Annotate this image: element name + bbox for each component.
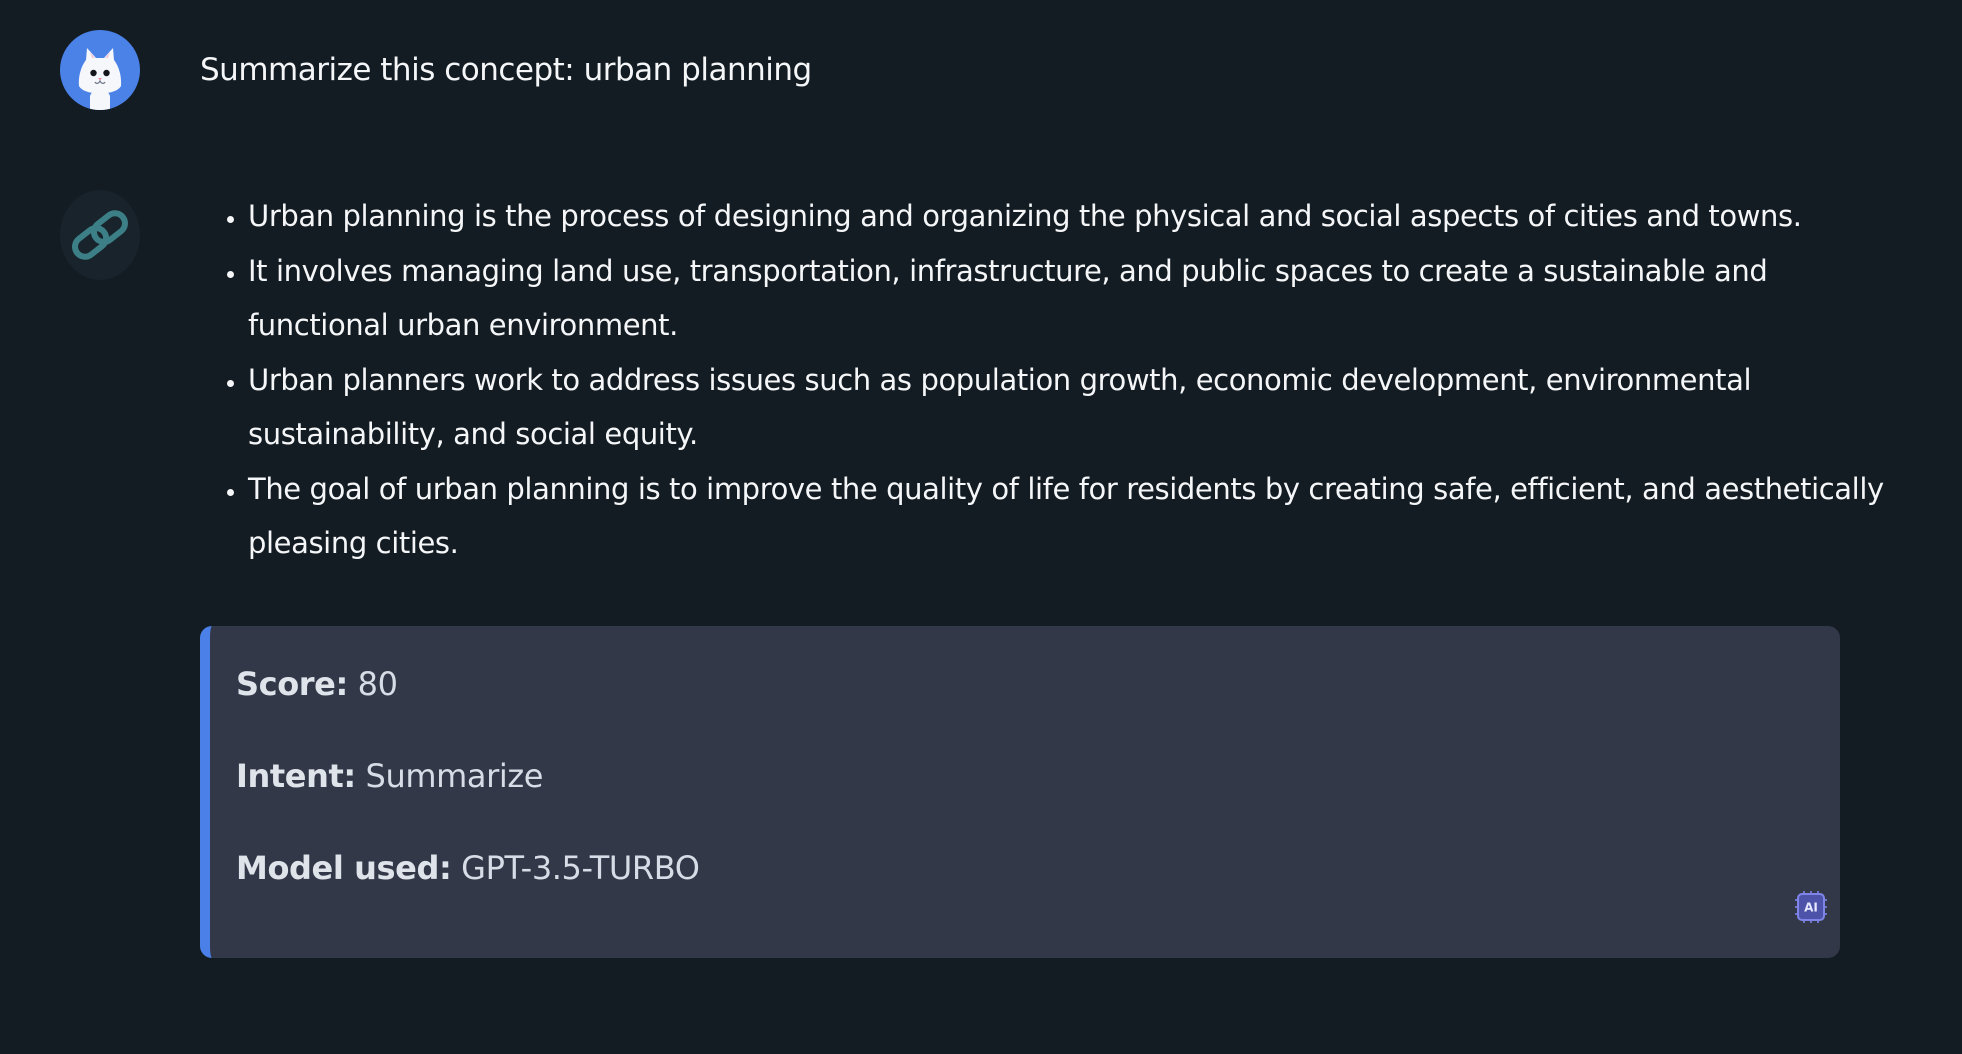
link-icon xyxy=(72,210,128,260)
metadata-card: Score: 80 Intent: Summarize Model used: … xyxy=(200,626,1840,958)
assistant-avatar xyxy=(60,190,140,280)
response-point: Urban planning is the process of designi… xyxy=(248,189,1888,244)
model-value: GPT-3.5-TURBO xyxy=(461,849,700,887)
score-label: Score: xyxy=(236,665,348,703)
intent-row: Intent: Summarize xyxy=(236,756,543,796)
score-row: Score: 80 xyxy=(236,664,398,704)
cat-avatar-icon xyxy=(78,48,122,110)
intent-value: Summarize xyxy=(365,757,544,795)
user-avatar xyxy=(60,30,140,110)
score-value: 80 xyxy=(357,665,398,703)
user-message: Summarize this concept: urban planning xyxy=(200,52,812,88)
ai-chip-icon[interactable]: AI xyxy=(1794,890,1828,924)
intent-label: Intent: xyxy=(236,757,356,795)
response-point: The goal of urban planning is to improve… xyxy=(248,462,1888,571)
ai-badge-text: AI xyxy=(1804,901,1818,915)
model-row: Model used: GPT-3.5-TURBO xyxy=(236,848,700,888)
response-point: Urban planners work to address issues su… xyxy=(248,353,1888,462)
response-point: It involves managing land use, transport… xyxy=(248,244,1888,353)
assistant-response: Urban planning is the process of designi… xyxy=(200,189,1888,571)
model-label: Model used: xyxy=(236,849,452,887)
